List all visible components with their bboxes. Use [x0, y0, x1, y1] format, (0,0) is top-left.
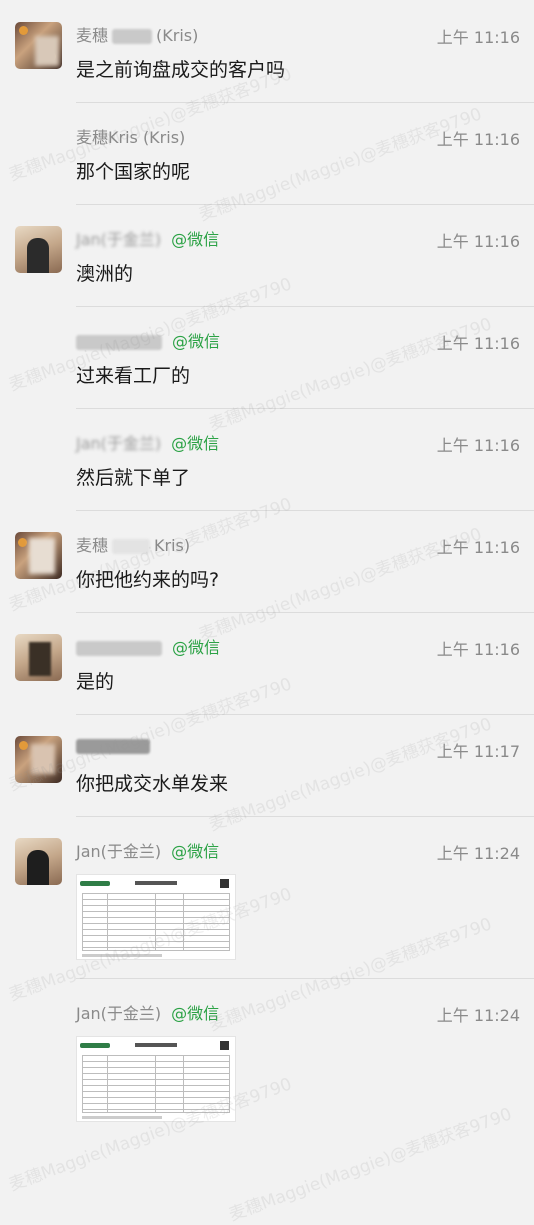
wechat-tag: @微信 [171, 230, 220, 249]
wechat-tag: @微信 [171, 842, 220, 861]
chat-message: 麦穗Kris (Kris) 上午 11:16 那个国家的呢 [0, 102, 534, 204]
avatar[interactable] [15, 634, 62, 681]
table-column-line [107, 893, 108, 951]
receipt-title [135, 1043, 177, 1047]
blurred-name [76, 641, 162, 656]
table-column-line [155, 893, 156, 951]
blurred-name [112, 539, 151, 554]
chat-message: Jan(于金兰) @微信 上午 11:24 [0, 978, 534, 1176]
wechat-tag: @微信 [172, 332, 221, 351]
sender-name: Jan(于金兰) @微信 [76, 230, 220, 249]
receipt-footer [82, 954, 162, 957]
sender-name: @微信 [76, 634, 220, 658]
receipt-table [82, 893, 230, 951]
sender-name: 麦穗 Kris) [76, 536, 191, 555]
blurred-name [76, 335, 162, 350]
sender-name: 麦穗 (Kris) [76, 26, 199, 45]
message-text[interactable]: 然后就下单了 [76, 463, 190, 490]
chat-message: 麦穗 (Kris) 上午 11:16 是之前询盘成交的客户吗 [0, 0, 534, 102]
receipt-title [135, 881, 177, 885]
table-column-line [107, 1055, 108, 1113]
avatar[interactable] [15, 22, 62, 69]
message-text[interactable]: 是之前询盘成交的客户吗 [76, 55, 285, 82]
message-time: 上午 11:16 [436, 640, 520, 659]
chat-message: Jan(于金兰) @微信 上午 11:16 澳洲的 [0, 204, 534, 306]
sender-name [76, 736, 150, 755]
avatar[interactable] [15, 736, 62, 783]
chat-message: 麦穗 Kris) 上午 11:16 你把他约来的吗? [0, 510, 534, 612]
avatar[interactable] [15, 226, 62, 273]
message-time: 上午 11:16 [436, 130, 520, 149]
chat-message: @微信 上午 11:16 过来看工厂的 [0, 306, 534, 408]
sender-name: 麦穗Kris (Kris) [76, 128, 186, 147]
message-time: 上午 11:16 [436, 334, 520, 353]
message-text[interactable]: 那个国家的呢 [76, 157, 190, 184]
receipt-table [82, 1055, 230, 1113]
message-text[interactable]: 过来看工厂的 [76, 361, 190, 388]
table-column-line [155, 1055, 156, 1113]
sender-name: @微信 [76, 328, 220, 352]
sender-name: Jan(于金兰) @微信 [76, 434, 220, 453]
table-column-line [183, 1055, 184, 1113]
message-text[interactable]: 是的 [76, 667, 114, 694]
qr-code-icon [220, 1041, 229, 1050]
wechat-tag: @微信 [172, 638, 221, 657]
blurred-name [112, 29, 153, 44]
message-time: 上午 11:24 [436, 844, 520, 863]
message-time: 上午 11:16 [436, 232, 520, 251]
message-text[interactable]: 你把成交水单发来 [76, 769, 228, 796]
wechat-tag: @微信 [171, 1004, 220, 1023]
receipt-image[interactable] [76, 1036, 236, 1122]
chat-message: Jan(于金兰) @微信 上午 11:16 然后就下单了 [0, 408, 534, 510]
avatar[interactable] [15, 532, 62, 579]
receipt-footer [82, 1116, 162, 1119]
message-time: 上午 11:17 [436, 742, 520, 761]
message-time: 上午 11:16 [436, 28, 520, 47]
chat-message: Jan(于金兰) @微信 上午 11:24 [0, 816, 534, 978]
chat-message: @微信 上午 11:16 是的 [0, 612, 534, 714]
table-column-line [183, 893, 184, 951]
avatar[interactable] [15, 838, 62, 885]
chat-message: 上午 11:17 你把成交水单发来 [0, 714, 534, 816]
message-text[interactable]: 你把他约来的吗? [76, 565, 219, 592]
message-time: 上午 11:24 [436, 1006, 520, 1025]
message-time: 上午 11:16 [436, 436, 520, 455]
wechat-tag: @微信 [171, 434, 220, 453]
bank-logo [80, 881, 110, 886]
bank-logo [80, 1043, 110, 1048]
sender-name: Jan(于金兰) @微信 [76, 842, 220, 861]
sender-name: Jan(于金兰) @微信 [76, 1004, 220, 1023]
message-text[interactable]: 澳洲的 [76, 259, 133, 286]
message-time: 上午 11:16 [436, 538, 520, 557]
receipt-image[interactable] [76, 874, 236, 960]
blurred-name [76, 739, 150, 754]
qr-code-icon [220, 879, 229, 888]
